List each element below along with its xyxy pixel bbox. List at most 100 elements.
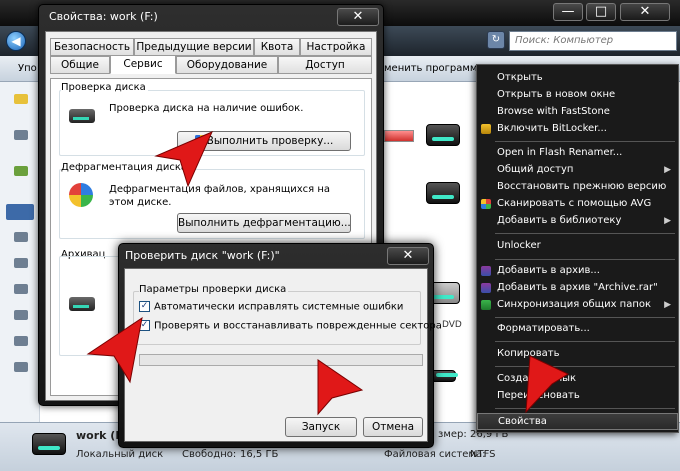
menu-flash-renamer[interactable]: Open in Flash Renamer... — [477, 145, 678, 162]
nav-computer-icon[interactable] — [6, 204, 34, 220]
check-disk-body: Параметры проверки диска ✓ Автоматически … — [124, 268, 442, 442]
nav-homegroup-icon[interactable] — [14, 166, 28, 176]
maximize-button[interactable]: □ — [586, 3, 616, 21]
tab-security[interactable]: Безопасность — [50, 38, 134, 56]
status-drive-icon — [32, 433, 66, 455]
windows-drive-icon[interactable] — [426, 124, 460, 146]
refresh-icon[interactable]: ↻ — [487, 31, 505, 49]
tab-customize[interactable]: Настройка — [300, 38, 372, 56]
menu-label: Восстановить прежнюю версию — [497, 181, 667, 192]
bitlocker-icon — [481, 124, 491, 134]
menu-label: Открыть в новом окне — [497, 89, 616, 100]
nav-libraries-icon[interactable] — [14, 130, 28, 140]
options-group-box — [133, 291, 421, 345]
menu-format[interactable]: Форматировать... — [477, 321, 678, 338]
menu-separator — [495, 141, 675, 142]
sync-icon — [481, 300, 491, 310]
menu-browse-faststone[interactable]: Browse with FastStone — [477, 104, 678, 121]
menu-label: Открыть — [497, 72, 543, 83]
check-progress-bar — [139, 354, 423, 366]
auto-fix-label: Автоматически исправлять системные ошибк… — [154, 301, 404, 313]
cancel-button[interactable]: Отмена — [363, 417, 423, 437]
status-free-value: 16,5 ГБ — [240, 449, 279, 460]
menu-add-archive[interactable]: Добавить в архив... — [477, 263, 678, 280]
options-group-title: Параметры проверки диска — [139, 284, 289, 295]
tab-sharing[interactable]: Доступ — [278, 56, 372, 74]
winrar-icon — [481, 266, 491, 276]
submenu-arrow-icon: ▶ — [664, 216, 671, 226]
submenu-arrow-icon: ▶ — [664, 165, 671, 175]
winrar-icon — [481, 283, 491, 293]
tab-tools[interactable]: Сервис — [110, 55, 176, 74]
check-group-title: Проверка диска — [61, 82, 148, 93]
menu-open-new-window[interactable]: Открыть в новом окне — [477, 87, 678, 104]
nav-drive-icon[interactable] — [14, 336, 28, 346]
menu-restore-versions[interactable]: Восстановить прежнюю версию — [477, 179, 678, 196]
status-drive-type: Локальный диск — [76, 449, 164, 460]
menu-separator — [495, 259, 675, 260]
nav-drive-icon[interactable] — [14, 310, 28, 320]
tab-previous-versions[interactable]: Предыдущие версии — [134, 38, 254, 56]
menu-label: Сканировать с помощью AVG — [497, 198, 652, 209]
menu-avg-scan[interactable]: Сканировать с помощью AVG — [477, 196, 678, 213]
nav-drive-icon[interactable] — [14, 284, 28, 294]
tab-general[interactable]: Общие — [50, 56, 110, 74]
toolbar-organize[interactable]: Упо — [18, 63, 37, 74]
nav-drive-icon[interactable] — [14, 258, 28, 268]
menu-label: Browse with FastStone — [497, 106, 610, 117]
navigation-pane — [0, 82, 40, 422]
tab-hardware[interactable]: Оборудование — [176, 56, 278, 74]
hard-drive-icon[interactable] — [426, 182, 460, 204]
pointer-arrow-start — [317, 359, 364, 416]
defrag-description: Дефрагментация файлов, хранящихся на это… — [109, 184, 331, 208]
usage-bar — [384, 130, 414, 142]
menu-label: Unlocker — [497, 240, 541, 251]
status-free-label: Свободно: — [182, 449, 237, 460]
minimize-button[interactable]: — — [553, 3, 583, 21]
search-input[interactable]: Поиск: Компьютер — [509, 31, 677, 51]
start-button[interactable]: Запуск — [285, 417, 357, 437]
check-disk-close-button[interactable]: ✕ — [387, 247, 429, 265]
avg-icon — [481, 199, 491, 209]
hard-drive-icon — [69, 109, 95, 123]
menu-label: Добавить в библиотеку — [497, 215, 622, 226]
tab-quota[interactable]: Квота — [254, 38, 300, 56]
option-scan-sectors[interactable]: ✓ Проверять и восстанавливать поврежденны… — [139, 320, 442, 332]
nav-drive-icon[interactable] — [14, 232, 28, 242]
menu-separator — [495, 341, 675, 342]
check-disk-title: Проверить диск "work (F:)" — [125, 249, 280, 262]
toolbar-uninstall[interactable]: менить программу — [384, 63, 483, 74]
properties-close-button[interactable]: ✕ — [337, 8, 379, 26]
scan-sectors-label: Проверять и восстанавливать поврежденные… — [154, 320, 442, 332]
defrag-icon — [69, 183, 93, 207]
menu-separator — [495, 233, 675, 234]
status-fs-value: NTFS — [470, 449, 496, 460]
check-description: Проверка диска на наличие ошибок. — [109, 103, 304, 114]
pointer-arrow-properties — [525, 355, 570, 414]
pointer-arrow-check — [154, 131, 213, 188]
menu-label: Добавить в архив "Archive.rar" — [497, 282, 658, 293]
menu-open[interactable]: Открыть — [477, 70, 678, 87]
pointer-arrow-options — [86, 316, 143, 384]
dvd-label: DVD — [442, 320, 462, 330]
menu-add-to-library[interactable]: Добавить в библиотеку ▶ — [477, 213, 678, 230]
properties-title: Свойства: work (F:) — [49, 10, 158, 23]
nav-drive-icon[interactable] — [14, 362, 28, 372]
menu-add-archive-rar[interactable]: Добавить в архив "Archive.rar" — [477, 280, 678, 297]
option-auto-fix[interactable]: ✓ Автоматически исправлять системные ошиб… — [139, 301, 403, 313]
menu-label: Свойства — [498, 416, 547, 427]
favorites-star-icon[interactable] — [14, 94, 28, 104]
menu-sync-folders[interactable]: Синхронизация общих папок ▶ — [477, 297, 678, 314]
menu-unlocker[interactable]: Unlocker — [477, 238, 678, 255]
run-defrag-button[interactable]: Выполнить дефрагментацию... — [177, 213, 351, 233]
explorer-close-button[interactable]: ✕ — [620, 3, 670, 21]
menu-label: Форматировать... — [497, 323, 590, 334]
menu-label: Добавить в архив... — [497, 265, 600, 276]
menu-sharing[interactable]: Общий доступ ▶ — [477, 162, 678, 179]
menu-label: Включить BitLocker... — [497, 123, 607, 134]
menu-label: Синхронизация общих папок — [497, 299, 652, 310]
back-arrow-icon[interactable]: ◀ — [6, 31, 26, 51]
menu-bitlocker[interactable]: Включить BitLocker... — [477, 121, 678, 138]
run-check-label: Выполнить проверку... — [206, 135, 334, 147]
submenu-arrow-icon: ▶ — [664, 300, 671, 310]
